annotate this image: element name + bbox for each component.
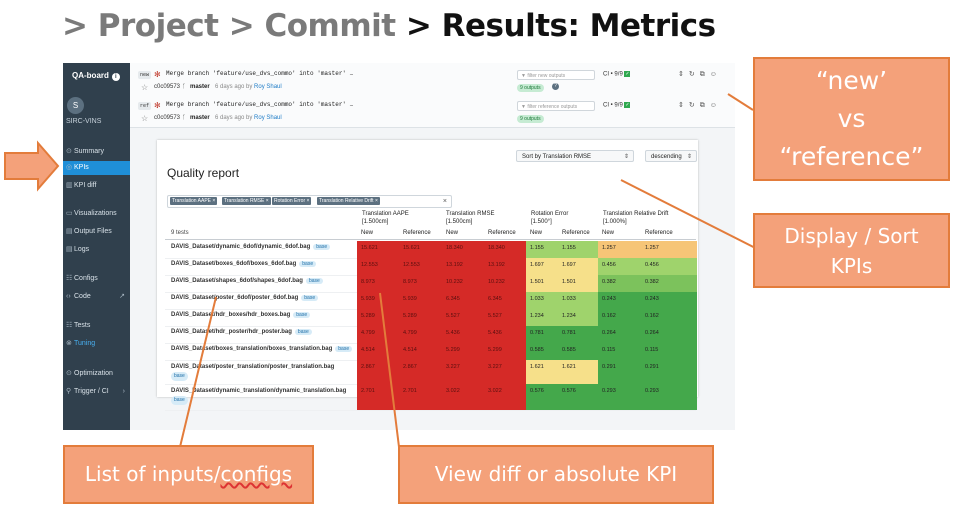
callout-text: List of inputs/ xyxy=(84,462,221,486)
connector-inputs xyxy=(179,296,217,448)
callout-text: “reference” xyxy=(779,142,924,171)
callout-display-sort: Display / Sort KPIs xyxy=(753,213,950,288)
connector-sort xyxy=(620,179,776,259)
callout-text: KPIs xyxy=(830,254,873,278)
callout-text: Display / Sort xyxy=(784,224,919,248)
callout-text: configs xyxy=(220,462,293,486)
callout-new-vs-reference: “new’ vs “reference” xyxy=(753,57,950,181)
connector-diff xyxy=(379,292,400,448)
callout-inputs-configs: List of inputs/configs xyxy=(63,445,314,504)
callout-text: vs xyxy=(837,104,866,133)
pointer-arrow-icon xyxy=(4,140,60,192)
callout-text: “new’ xyxy=(815,66,888,95)
callout-text: View diff or absolute KPI xyxy=(434,462,678,486)
connector-new-ref xyxy=(727,93,754,111)
callout-view-diff: View diff or absolute KPI xyxy=(398,445,714,504)
